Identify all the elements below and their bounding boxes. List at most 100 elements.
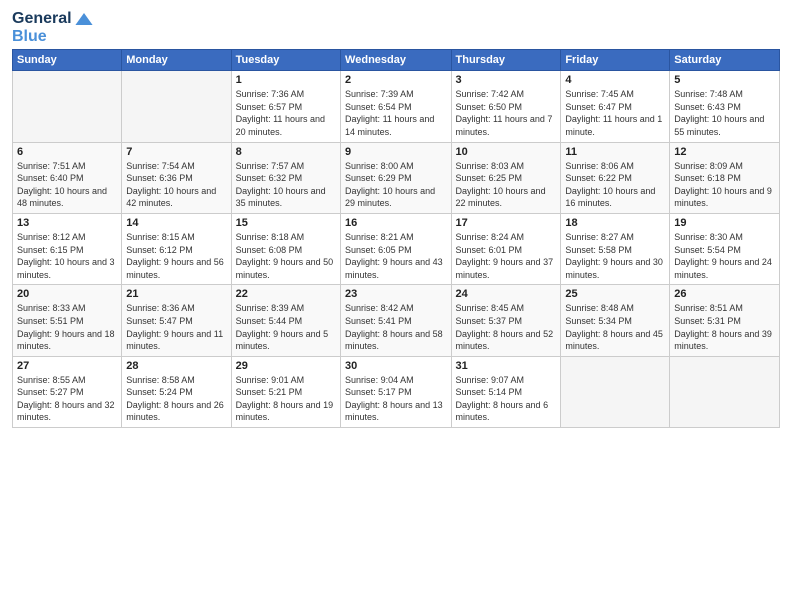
day-number: 24: [456, 288, 557, 300]
weekday-header: Tuesday: [231, 50, 340, 71]
day-number: 26: [674, 288, 775, 300]
calendar-cell: 27 Sunrise: 8:55 AMSunset: 5:27 PMDayligh…: [13, 356, 122, 427]
weekday-header: Thursday: [451, 50, 561, 71]
day-info: Sunrise: 8:58 AMSunset: 5:24 PMDaylight:…: [126, 374, 226, 424]
calendar-week-row: 27 Sunrise: 8:55 AMSunset: 5:27 PMDayligh…: [13, 356, 780, 427]
weekday-header: Saturday: [670, 50, 780, 71]
weekday-header: Monday: [122, 50, 231, 71]
day-number: 1: [236, 74, 336, 86]
calendar-cell: 1 Sunrise: 7:36 AMSunset: 6:57 PMDaylight…: [231, 71, 340, 142]
calendar-week-row: 1 Sunrise: 7:36 AMSunset: 6:57 PMDaylight…: [13, 71, 780, 142]
day-info: Sunrise: 8:18 AMSunset: 6:08 PMDaylight:…: [236, 231, 336, 281]
weekday-header-row: SundayMondayTuesdayWednesdayThursdayFrid…: [13, 50, 780, 71]
day-number: 19: [674, 217, 775, 229]
day-number: 14: [126, 217, 226, 229]
calendar-cell: 4Sunrise: 7:45 AMSunset: 6:47 PMDaylight…: [561, 71, 670, 142]
weekday-header: Friday: [561, 50, 670, 71]
day-number: 12: [674, 146, 775, 158]
calendar-week-row: 13 Sunrise: 8:12 AMSunset: 6:15 PMDayligh…: [13, 213, 780, 284]
day-info: Sunrise: 7:48 AMSunset: 6:43 PMDaylight:…: [674, 88, 775, 138]
day-info: Sunrise: 8:12 AMSunset: 6:15 PMDaylight:…: [17, 231, 117, 281]
day-number: 28: [126, 360, 226, 372]
day-info: Sunrise: 8:45 AMSunset: 5:37 PMDaylight:…: [456, 302, 557, 352]
calendar-cell: 24 Sunrise: 8:45 AMSunset: 5:37 PMDayligh…: [451, 285, 561, 356]
calendar-cell: 12 Sunrise: 8:09 AMSunset: 6:18 PMDayligh…: [670, 142, 780, 213]
calendar-cell: 19Sunrise: 8:30 AMSunset: 5:54 PMDayligh…: [670, 213, 780, 284]
day-info: Sunrise: 8:27 AMSunset: 5:58 PMDaylight:…: [565, 231, 665, 281]
day-info: Sunrise: 7:51 AMSunset: 6:40 PMDaylight:…: [17, 160, 117, 210]
calendar-cell: 8 Sunrise: 7:57 AMSunset: 6:32 PMDaylight…: [231, 142, 340, 213]
calendar-cell: 11 Sunrise: 8:06 AMSunset: 6:22 PMDayligh…: [561, 142, 670, 213]
day-info: Sunrise: 8:51 AMSunset: 5:31 PMDaylight:…: [674, 302, 775, 352]
day-info: Sunrise: 7:42 AMSunset: 6:50 PMDaylight:…: [456, 88, 557, 138]
day-info: Sunrise: 7:36 AMSunset: 6:57 PMDaylight:…: [236, 88, 336, 138]
day-info: Sunrise: 8:06 AMSunset: 6:22 PMDaylight:…: [565, 160, 665, 210]
calendar-cell: [13, 71, 122, 142]
day-number: 11: [565, 146, 665, 158]
day-number: 21: [126, 288, 226, 300]
calendar-cell: 15Sunrise: 8:18 AMSunset: 6:08 PMDayligh…: [231, 213, 340, 284]
day-info: Sunrise: 8:09 AMSunset: 6:18 PMDaylight:…: [674, 160, 775, 210]
day-info: Sunrise: 8:03 AMSunset: 6:25 PMDaylight:…: [456, 160, 557, 210]
day-number: 31: [456, 360, 557, 372]
day-number: 20: [17, 288, 117, 300]
day-info: Sunrise: 7:45 AMSunset: 6:47 PMDaylight:…: [565, 88, 665, 138]
calendar-cell: 5Sunrise: 7:48 AMSunset: 6:43 PMDaylight…: [670, 71, 780, 142]
day-info: Sunrise: 8:00 AMSunset: 6:29 PMDaylight:…: [345, 160, 446, 210]
calendar-cell: 26 Sunrise: 8:51 AMSunset: 5:31 PMDayligh…: [670, 285, 780, 356]
day-number: 30: [345, 360, 446, 372]
page-container: GeneralBlue SundayMondayTuesdayWednesday…: [0, 0, 792, 436]
calendar-week-row: 20 Sunrise: 8:33 AMSunset: 5:51 PMDayligh…: [13, 285, 780, 356]
calendar-cell: [122, 71, 231, 142]
day-number: 23: [345, 288, 446, 300]
calendar-cell: 6 Sunrise: 7:51 AMSunset: 6:40 PMDaylight…: [13, 142, 122, 213]
calendar-cell: 10Sunrise: 8:03 AMSunset: 6:25 PMDayligh…: [451, 142, 561, 213]
day-info: Sunrise: 8:48 AMSunset: 5:34 PMDaylight:…: [565, 302, 665, 352]
day-number: 18: [565, 217, 665, 229]
day-number: 16: [345, 217, 446, 229]
calendar-cell: 18 Sunrise: 8:27 AMSunset: 5:58 PMDayligh…: [561, 213, 670, 284]
day-number: 8: [236, 146, 336, 158]
header: GeneralBlue: [12, 10, 780, 45]
day-number: 2: [345, 74, 446, 86]
day-info: Sunrise: 9:01 AMSunset: 5:21 PMDaylight:…: [236, 374, 336, 424]
calendar-cell: 30 Sunrise: 9:04 AMSunset: 5:17 PMDayligh…: [341, 356, 451, 427]
calendar-cell: 3Sunrise: 7:42 AMSunset: 6:50 PMDaylight…: [451, 71, 561, 142]
day-info: Sunrise: 8:21 AMSunset: 6:05 PMDaylight:…: [345, 231, 446, 281]
day-info: Sunrise: 7:39 AMSunset: 6:54 PMDaylight:…: [345, 88, 446, 138]
calendar-cell: 16 Sunrise: 8:21 AMSunset: 6:05 PMDayligh…: [341, 213, 451, 284]
calendar-cell: 28 Sunrise: 8:58 AMSunset: 5:24 PMDayligh…: [122, 356, 231, 427]
day-info: Sunrise: 8:42 AMSunset: 5:41 PMDaylight:…: [345, 302, 446, 352]
day-info: Sunrise: 9:07 AMSunset: 5:14 PMDaylight:…: [456, 374, 557, 424]
day-info: Sunrise: 8:24 AMSunset: 6:01 PMDaylight:…: [456, 231, 557, 281]
day-info: Sunrise: 9:04 AMSunset: 5:17 PMDaylight:…: [345, 374, 446, 424]
calendar-cell: 2 Sunrise: 7:39 AMSunset: 6:54 PMDaylight…: [341, 71, 451, 142]
weekday-header: Wednesday: [341, 50, 451, 71]
calendar-cell: 25 Sunrise: 8:48 AMSunset: 5:34 PMDayligh…: [561, 285, 670, 356]
day-info: Sunrise: 7:57 AMSunset: 6:32 PMDaylight:…: [236, 160, 336, 210]
day-info: Sunrise: 8:33 AMSunset: 5:51 PMDaylight:…: [17, 302, 117, 352]
calendar-cell: 21 Sunrise: 8:36 AMSunset: 5:47 PMDayligh…: [122, 285, 231, 356]
calendar-cell: [670, 356, 780, 427]
calendar-cell: 13 Sunrise: 8:12 AMSunset: 6:15 PMDayligh…: [13, 213, 122, 284]
day-number: 27: [17, 360, 117, 372]
calendar-cell: 22 Sunrise: 8:39 AMSunset: 5:44 PMDayligh…: [231, 285, 340, 356]
day-number: 22: [236, 288, 336, 300]
logo: GeneralBlue: [12, 10, 93, 45]
day-number: 25: [565, 288, 665, 300]
day-number: 17: [456, 217, 557, 229]
calendar-cell: 20 Sunrise: 8:33 AMSunset: 5:51 PMDayligh…: [13, 285, 122, 356]
day-info: Sunrise: 8:55 AMSunset: 5:27 PMDaylight:…: [17, 374, 117, 424]
day-info: Sunrise: 7:54 AMSunset: 6:36 PMDaylight:…: [126, 160, 226, 210]
day-number: 13: [17, 217, 117, 229]
calendar-cell: 14Sunrise: 8:15 AMSunset: 6:12 PMDayligh…: [122, 213, 231, 284]
calendar-table: SundayMondayTuesdayWednesdayThursdayFrid…: [12, 49, 780, 428]
calendar-cell: 17 Sunrise: 8:24 AMSunset: 6:01 PMDayligh…: [451, 213, 561, 284]
calendar-cell: 9Sunrise: 8:00 AMSunset: 6:29 PMDaylight…: [341, 142, 451, 213]
weekday-header: Sunday: [13, 50, 122, 71]
day-info: Sunrise: 8:36 AMSunset: 5:47 PMDaylight:…: [126, 302, 226, 352]
day-number: 6: [17, 146, 117, 158]
calendar-cell: [561, 356, 670, 427]
day-number: 7: [126, 146, 226, 158]
day-info: Sunrise: 8:39 AMSunset: 5:44 PMDaylight:…: [236, 302, 336, 352]
